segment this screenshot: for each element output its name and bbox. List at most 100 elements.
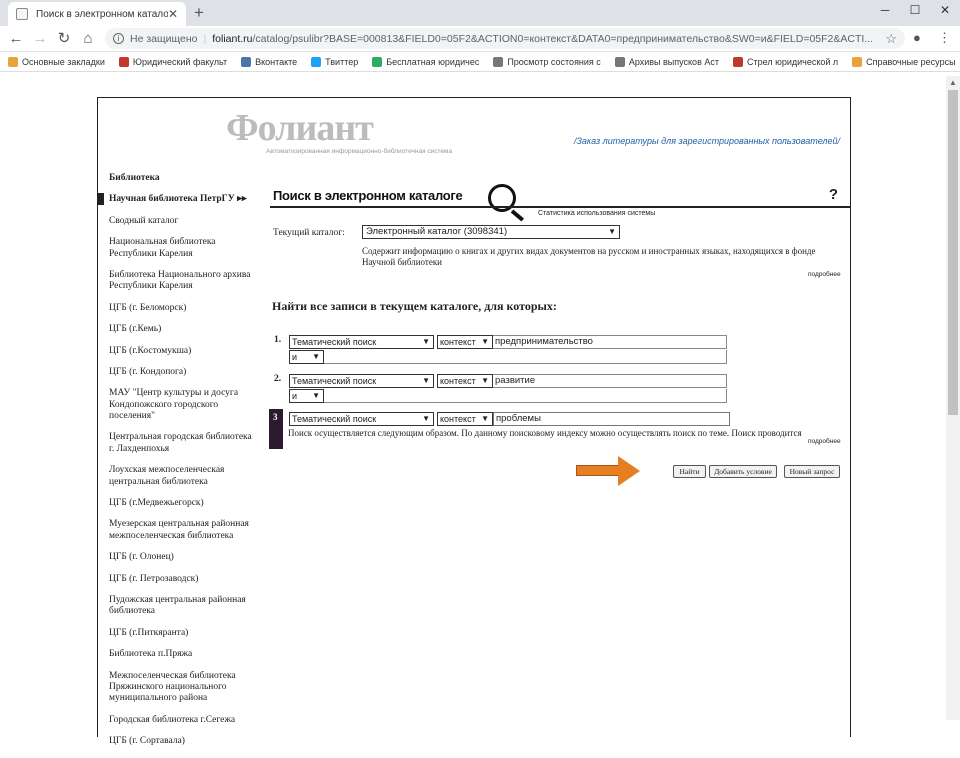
bookmark-icon — [852, 56, 863, 67]
bookmark-icon — [372, 56, 383, 67]
sidebar-item-active[interactable]: Научная библиотека ПетрГУ ▸▸ — [98, 193, 258, 206]
query-input-1[interactable]: предпринимательство — [493, 335, 727, 349]
new-query-button[interactable]: Новый запрос — [784, 465, 840, 478]
field-select-2-value: Тематический поиск — [292, 376, 377, 386]
add-condition-button[interactable]: Добавить условие — [709, 465, 777, 478]
search-hint: Поиск осуществляется следующим образом. … — [288, 428, 802, 438]
sidebar-item[interactable]: ЦГБ (г.Медвежьегорск) — [98, 498, 258, 509]
sidebar-item[interactable]: ЦГБ (г. Беломорск) — [98, 303, 258, 314]
find-records-title: Найти все записи в текущем каталоге, для… — [272, 299, 557, 313]
info-icon[interactable]: i — [113, 33, 124, 44]
sidebar-item[interactable]: Сводный каталог — [98, 216, 258, 227]
field-select-3[interactable]: Тематический поиск ▼ — [289, 412, 434, 426]
sidebar-item[interactable]: ЦГБ (г.Кемь) — [98, 324, 258, 335]
catalog-select[interactable]: Электронный каталог (3098341) ▼ — [362, 225, 620, 239]
sidebar-item[interactable]: Библиотека Национального архива Республи… — [98, 270, 258, 293]
arrow-head — [618, 456, 640, 486]
bookmark-item[interactable]: Твиттер — [311, 56, 358, 67]
sidebar-item[interactable]: Пудожская центральная районная библиотек… — [98, 595, 258, 618]
sidebar-item[interactable]: МАУ "Центр культуры и досуга Кондопожско… — [98, 388, 258, 422]
back-icon[interactable]: ← — [6, 29, 26, 49]
url-separator: | — [203, 32, 207, 45]
new-tab-icon[interactable]: + — [194, 3, 204, 23]
find-button[interactable]: Найти — [673, 465, 706, 478]
sidebar-item[interactable]: Межпоселенческая библиотека Пряжинского … — [98, 671, 258, 705]
close-window-icon[interactable]: ✕ — [930, 0, 960, 22]
sidebar-item[interactable]: ЦГБ (г.Питкяранта) — [98, 628, 258, 639]
browser-tab[interactable]: Поиск в электронном каталоге ✕ — [8, 2, 186, 26]
maximize-icon[interactable]: ☐ — [900, 0, 930, 22]
bookmark-label: Бесплатная юридичес — [386, 56, 480, 67]
query-input-2[interactable]: развитие — [493, 374, 727, 388]
page-scrollbar[interactable]: ▲ — [946, 76, 960, 720]
home-icon[interactable]: ⌂ — [78, 29, 98, 49]
address-bar[interactable]: i Не защищено | foliant.ru /catalog/psul… — [105, 28, 905, 49]
menu-icon[interactable]: ⋮ — [938, 30, 951, 46]
sidebar-item[interactable]: Национальная библиотека Республики Карел… — [98, 237, 258, 260]
sidebar-item[interactable]: ЦГБ (г.Костомукша) — [98, 346, 258, 357]
mode-select-3[interactable]: контекст ▼ — [437, 412, 493, 426]
field-select-1[interactable]: Тематический поиск ▼ — [289, 335, 434, 349]
tab-title: Поиск в электронном каталоге — [36, 8, 168, 20]
bookmark-item[interactable]: Справочные ресурсы — [852, 56, 956, 67]
profile-icon[interactable]: ● — [913, 30, 921, 45]
sidebar-item[interactable]: Центральная городская библиотека г. Лахд… — [98, 432, 258, 455]
hint-more-link[interactable]: подробнее — [808, 438, 841, 445]
order-literature-link[interactable]: /Заказ литературы для зарегистрированных… — [574, 136, 840, 146]
security-status: Не защищено — [130, 32, 198, 45]
field-select-3-value: Тематический поиск — [292, 414, 377, 424]
page-favicon-icon — [16, 8, 28, 20]
bookmark-label: Юридический факульт — [132, 56, 228, 67]
sidebar-item[interactable]: Библиотека п.Пряжа — [98, 649, 258, 660]
bookmark-item[interactable]: Архивы выпусков Аст — [614, 56, 719, 67]
sidebar-item[interactable]: ЦГБ (г. Сортавала) — [98, 736, 258, 747]
bookmarks-bar: Основные закладки Юридический факульт Вкон… — [0, 52, 960, 72]
sidebar-item[interactable]: ЦГБ (г. Кондопога) — [98, 367, 258, 378]
reload-icon[interactable]: ↻ — [54, 29, 74, 49]
forward-icon[interactable]: → — [30, 29, 50, 49]
catalog-select-value: Электронный каталог (3098341) — [366, 226, 508, 237]
mode-select-2[interactable]: контекст ▼ — [437, 374, 493, 388]
catalog-more-link[interactable]: подробнее — [808, 271, 841, 278]
mode-select-2-value: контекст — [440, 376, 476, 386]
bookmark-icon — [614, 56, 625, 67]
bookmark-item[interactable]: Основные закладки — [8, 56, 105, 67]
sidebar-item[interactable]: ЦГБ (г. Петрозаводск) — [98, 574, 258, 585]
operator-row-1 — [324, 350, 727, 364]
bookmark-item[interactable]: Стрел юридической л — [732, 56, 839, 67]
tab-bar: Поиск в электронном каталоге ✕ + ─ ☐ ✕ — [0, 0, 960, 26]
bookmark-icon — [493, 56, 504, 67]
bookmark-item[interactable]: Бесплатная юридичес — [372, 56, 480, 67]
bookmark-icon — [732, 56, 743, 67]
field-select-2[interactable]: Тематический поиск ▼ — [289, 374, 434, 388]
scrollbar-thumb[interactable] — [948, 90, 958, 415]
scroll-up-icon[interactable]: ▲ — [949, 78, 957, 87]
field-select-1-value: Тематический поиск — [292, 337, 377, 347]
operator-select-1[interactable]: и ▼ — [289, 350, 324, 364]
catalog-description: Содержит информацию о книгах и других ви… — [362, 246, 816, 267]
close-tab-icon[interactable]: ✕ — [168, 7, 178, 21]
bookmark-label: Просмотр состояния с — [507, 56, 601, 67]
help-icon[interactable]: ? — [829, 186, 838, 203]
sidebar-item[interactable]: Лоухская межпоселенческая центральная би… — [98, 465, 258, 488]
chevron-down-icon: ▼ — [422, 337, 430, 346]
mode-select-1[interactable]: контекст ▼ — [437, 335, 493, 349]
bookmark-star-icon[interactable]: ☆ — [885, 31, 897, 47]
bookmark-item[interactable]: Вконтакте — [241, 56, 297, 67]
sidebar-item[interactable]: Городская библиотека г.Сегежа — [98, 715, 258, 726]
page-frame: Фолиант Автоматизированная информационно… — [97, 97, 851, 746]
query-input-3[interactable]: проблемы — [493, 412, 730, 426]
operator-row-2 — [324, 389, 727, 403]
browser-toolbar: ← → ↻ ⌂ i Не защищено | foliant.ru /cata… — [0, 26, 960, 52]
minimize-icon[interactable]: ─ — [870, 0, 900, 22]
bookmark-item[interactable]: Просмотр состояния с — [493, 56, 601, 67]
url-path: /catalog/psulibr?BASE=000813&FIELD0=05F2… — [252, 32, 874, 45]
bookmark-label: Стрел юридической л — [746, 56, 839, 67]
stats-link[interactable]: Статистика использования системы — [538, 210, 655, 217]
bookmark-icon — [8, 56, 18, 67]
operator-select-2[interactable]: и ▼ — [289, 389, 324, 403]
bookmark-item[interactable]: Юридический факульт — [118, 56, 228, 67]
sidebar-item[interactable]: ЦГБ (г. Олонец) — [98, 552, 258, 563]
sidebar-item[interactable]: Муезерская центральная районная межпосел… — [98, 519, 258, 542]
logo-word: Фолиант — [226, 107, 374, 149]
